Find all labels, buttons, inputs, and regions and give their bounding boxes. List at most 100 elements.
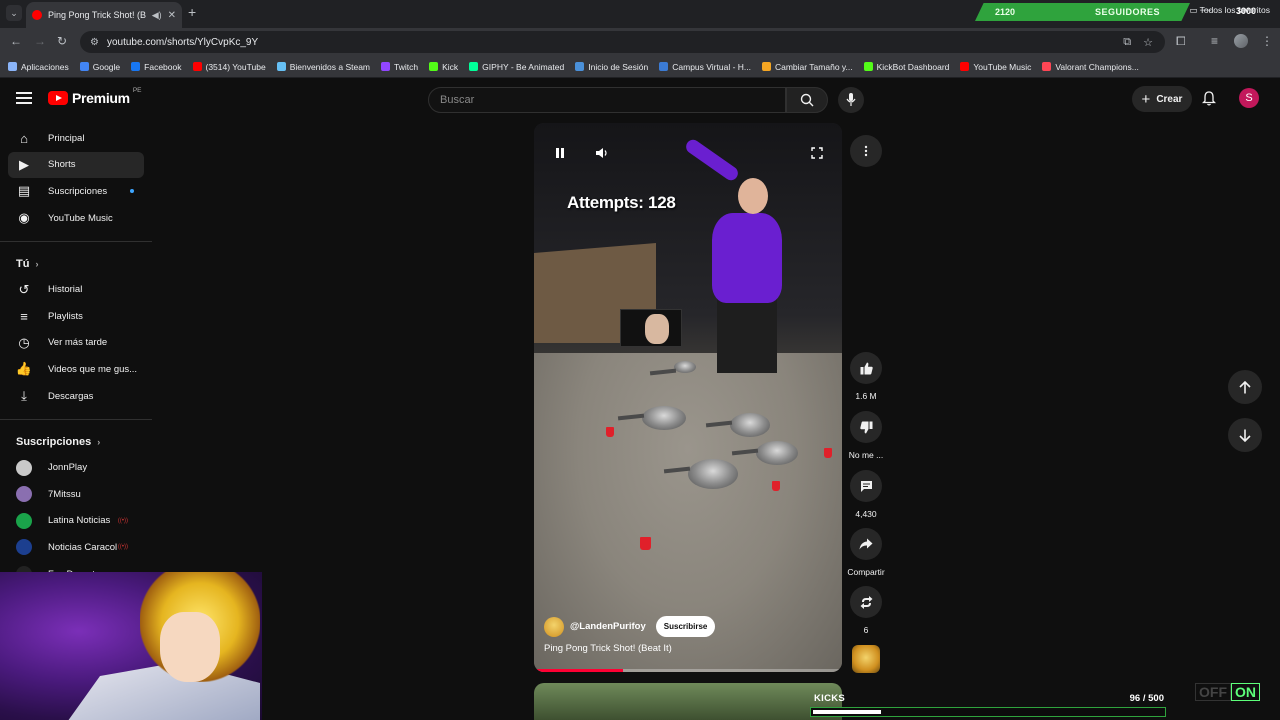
share-label: Compartir	[847, 567, 885, 577]
remix-button[interactable]	[850, 586, 882, 618]
fullscreen-icon	[811, 147, 823, 159]
search-input[interactable]: Buscar	[428, 87, 786, 113]
sidebar-divider	[0, 419, 152, 421]
next-short-button[interactable]	[1228, 418, 1262, 452]
audio-playing-icon[interactable]: ◀)	[152, 10, 162, 21]
search-button[interactable]	[786, 87, 828, 113]
bookmark-favicon-icon	[575, 62, 585, 71]
like-button[interactable]	[850, 352, 882, 384]
kicks-progress-bar	[810, 707, 1166, 717]
logo-text: Premium	[72, 90, 130, 106]
playlists-icon: ≡	[20, 308, 28, 324]
channel-avatar[interactable]	[544, 616, 564, 637]
kicks-label: KICKS	[814, 693, 846, 704]
bookmark-item[interactable]: Bienvenidos a Steam	[276, 62, 370, 72]
kicks-goal-widget: KICKS 96 / 500	[810, 690, 1168, 720]
more-options-button[interactable]	[850, 135, 882, 167]
channel-avatar	[16, 539, 32, 556]
reload-icon[interactable]: ↻	[57, 34, 67, 48]
media-controls-icon[interactable]: ≡	[1211, 34, 1218, 48]
bookmark-item[interactable]: Google	[79, 62, 120, 72]
bookmark-item[interactable]: Campus Virtual - H...	[659, 62, 751, 72]
channel-name[interactable]: @LandenPurifoy	[570, 621, 646, 632]
bookmark-item[interactable]: Kick	[429, 62, 458, 72]
forward-arrow-icon[interactable]: →	[34, 34, 46, 48]
volume-button[interactable]	[588, 140, 614, 166]
address-bar[interactable]: ⚙ youtube.com/shorts/YlyCvpKc_9Y ⧉ ☆	[80, 31, 1165, 53]
create-button[interactable]: + Crear	[1132, 86, 1192, 112]
sidebar-item-suscripciones[interactable]: ▤ Suscripciones	[8, 178, 144, 205]
dislike-button[interactable]	[850, 411, 882, 443]
sidebar-item-descargas[interactable]: ⤓ Descargas	[8, 383, 144, 410]
share-button[interactable]	[850, 528, 882, 560]
notifications-button[interactable]	[1201, 91, 1217, 111]
frying-pan	[730, 413, 770, 437]
dislike-action: No me ...	[846, 411, 886, 460]
sidebar-you-heading[interactable]: Tú ›	[0, 252, 152, 276]
bookmark-star-icon[interactable]: ☆	[1143, 36, 1153, 49]
chevron-right-icon: ›	[35, 259, 39, 270]
tab-search-button[interactable]: ⌄	[6, 5, 22, 21]
previous-short-button[interactable]	[1228, 370, 1262, 404]
subscription-item[interactable]: JonnPlay	[8, 454, 144, 481]
all-bookmarks-folder[interactable]: ▭ Todos los favoritos	[1189, 5, 1270, 16]
chrome-menu-icon[interactable]: ⋮	[1261, 34, 1273, 48]
voice-search-button[interactable]	[838, 87, 864, 113]
bookmark-item[interactable]: Cambiar Tamaño y...	[761, 62, 853, 72]
sidebar-subscriptions-heading[interactable]: Suscripciones ›	[0, 430, 152, 454]
close-tab-icon[interactable]: ✕	[168, 10, 176, 21]
bookmark-item[interactable]: YouTube Music	[960, 62, 1031, 72]
subscription-item[interactable]: 7Mitssu	[8, 481, 144, 508]
history-icon: ↺	[18, 281, 30, 297]
youtube-music-icon: ◉	[18, 210, 30, 226]
red-cup	[640, 537, 651, 550]
youtube-premium-logo[interactable]: Premium PE	[48, 86, 142, 106]
sidebar-item-ver-m-s-tarde[interactable]: ◷ Ver más tarde	[8, 330, 144, 357]
site-info-icon[interactable]: ⚙	[90, 37, 99, 48]
pause-button[interactable]	[547, 140, 573, 166]
shorts-video-player[interactable]: Attempts: 128 @LandenPurifoy Suscribirse…	[534, 123, 842, 672]
browser-tab-active[interactable]: Ping Pong Trick Shot! (Beat ◀) ✕	[26, 2, 182, 28]
sidebar-item-historial[interactable]: ↺ Historial	[8, 276, 144, 303]
bookmark-item[interactable]: KickBot Dashboard	[863, 62, 949, 72]
sidebar-item-shorts[interactable]: ▶ Shorts	[8, 151, 144, 179]
bookmark-item[interactable]: (3514) YouTube	[192, 62, 266, 72]
comments-button[interactable]	[850, 470, 882, 502]
sidebar-item-playlists[interactable]: ≡ Playlists	[8, 303, 144, 330]
bookmark-item[interactable]: Facebook	[131, 62, 182, 72]
downloads-icon: ⤓	[21, 388, 27, 404]
watch-later-icon: ◷	[18, 334, 30, 350]
bookmark-item[interactable]: Twitch	[381, 62, 418, 72]
cast-icon[interactable]: ⧉	[1123, 36, 1131, 49]
red-cup	[606, 427, 614, 437]
subscribe-button[interactable]: Suscribirse	[655, 616, 716, 637]
remix-count: 6	[863, 625, 869, 635]
short-title[interactable]: Ping Pong Trick Shot! (Beat It)	[544, 643, 672, 654]
sidebar-item-youtube-music[interactable]: ◉ YouTube Music	[8, 205, 144, 232]
bookmark-favicon-icon	[8, 62, 17, 71]
new-tab-button[interactable]: +	[188, 4, 196, 20]
bookmark-favicon-icon	[429, 62, 439, 71]
sidebar-item-videos-que-me-gus[interactable]: 👍 Videos que me gus...	[8, 356, 144, 383]
menu-icon[interactable]	[16, 92, 32, 104]
bookmark-item[interactable]: GIPHY - Be Animated	[469, 62, 564, 72]
kicks-progress-fill	[813, 710, 881, 714]
folder-icon: ▭	[1189, 5, 1198, 15]
country-code: PE	[132, 86, 142, 94]
fullscreen-button[interactable]	[804, 140, 830, 166]
user-avatar[interactable]: S	[1239, 88, 1259, 108]
home-icon: ⌂	[20, 130, 28, 146]
back-arrow-icon[interactable]: ←	[10, 34, 22, 48]
chrome-profile-avatar[interactable]	[1234, 34, 1248, 48]
next-short-preview[interactable]	[534, 683, 842, 720]
bookmark-item[interactable]: Valorant Champions...	[1042, 62, 1139, 72]
extensions-icon[interactable]: ⧠	[1176, 34, 1186, 49]
subscription-item[interactable]: Noticias Caracol ((•))	[8, 534, 144, 561]
subscription-item[interactable]: Latina Noticias ((•))	[8, 508, 144, 535]
audio-source-thumbnail[interactable]	[852, 645, 880, 673]
video-progress-bar[interactable]	[534, 669, 842, 672]
sidebar-item-principal[interactable]: ⌂ Principal	[8, 125, 144, 152]
bookmark-favicon-icon	[192, 62, 202, 71]
bookmark-item[interactable]: Inicio de Sesión	[575, 62, 648, 72]
bookmark-item[interactable]: Aplicaciones	[8, 62, 69, 72]
